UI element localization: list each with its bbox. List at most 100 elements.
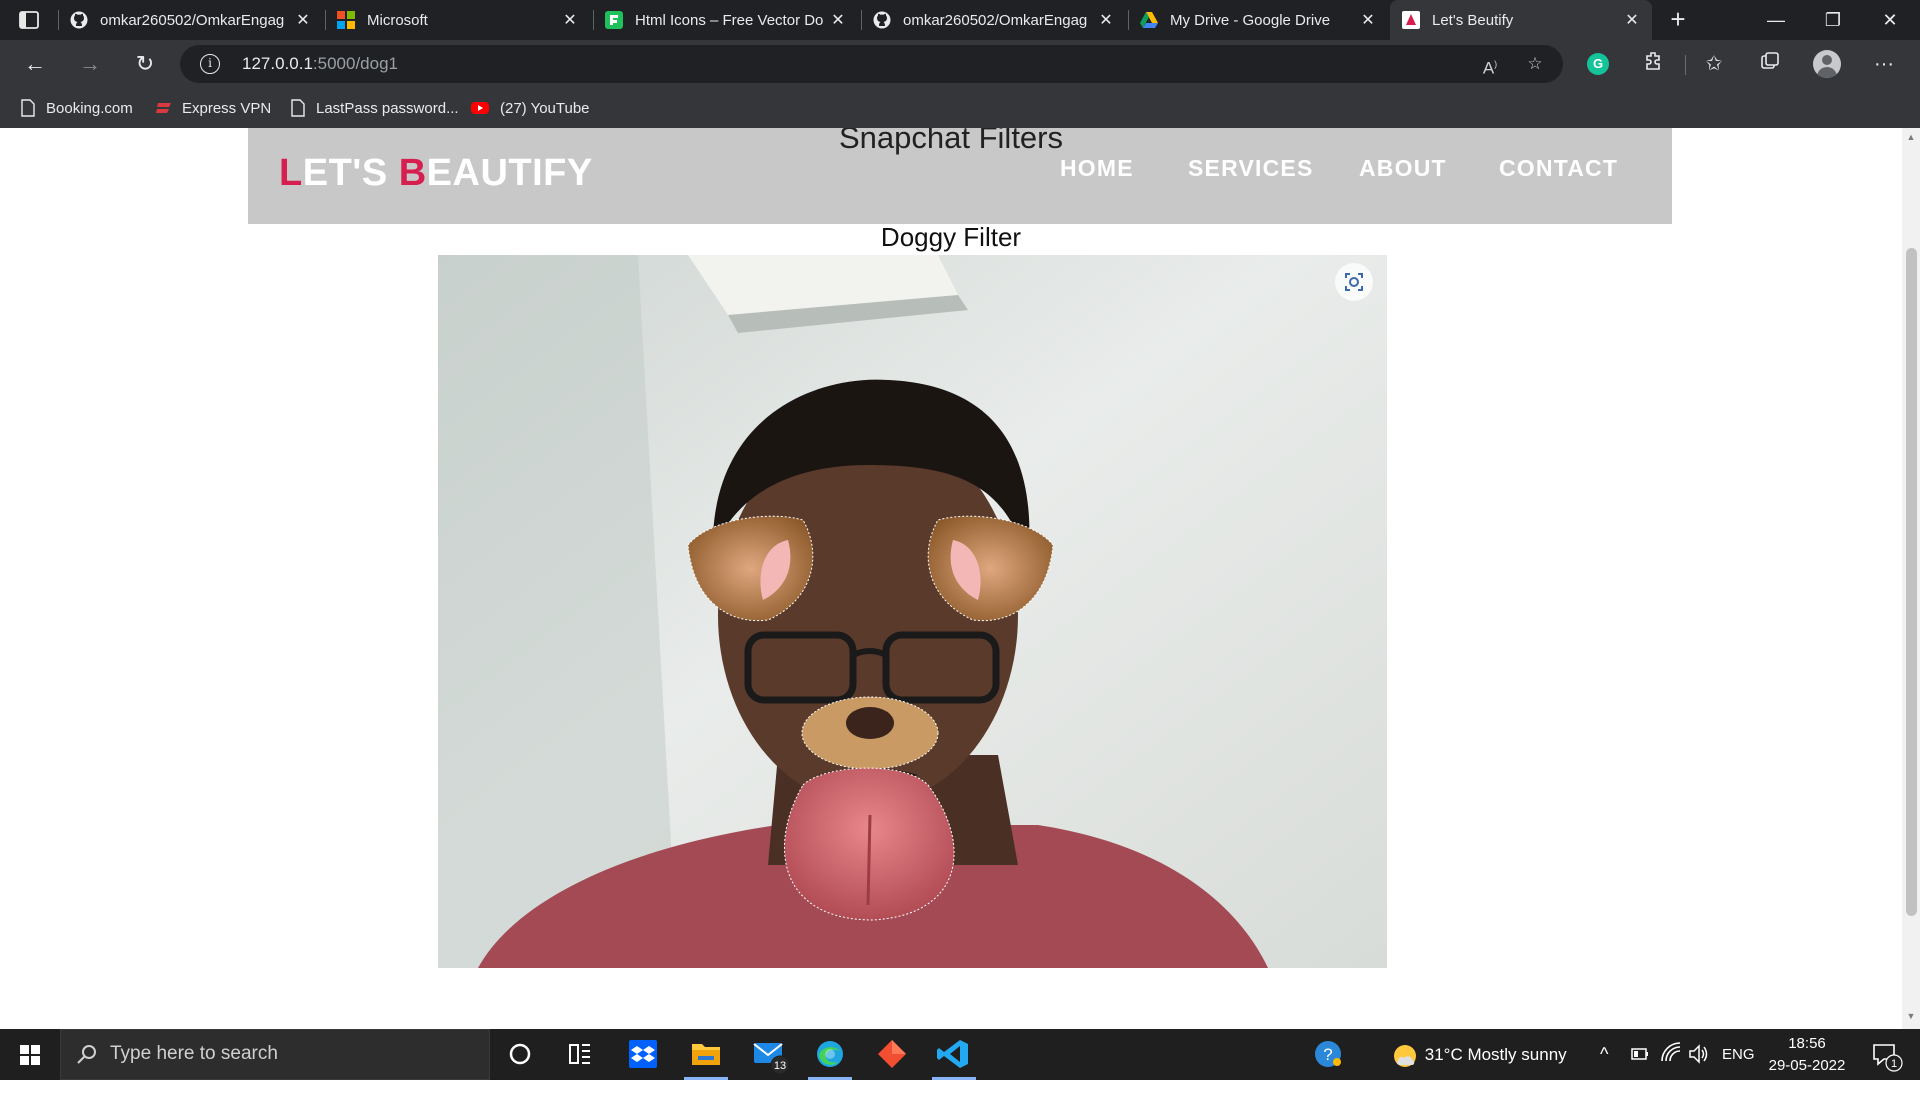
svg-text:?: ? (1323, 1045, 1332, 1064)
vscode-icon[interactable] (924, 1029, 984, 1080)
scroll-up-arrow-icon[interactable]: ▲ (1902, 132, 1920, 146)
sun-icon (1394, 1044, 1416, 1067)
nav-about[interactable]: ABOUT (1359, 155, 1447, 182)
browser-tab-bar: omkar260502/OmkarEngag ✕ Microsoft ✕ Htm… (0, 0, 1920, 40)
scrollbar-thumb[interactable] (1906, 248, 1917, 916)
visual-search-icon[interactable] (1335, 263, 1373, 301)
close-icon[interactable]: ✕ (1358, 10, 1378, 30)
browser-toolbar: ← → ↻ i 127.0.0.1:5000/dog1 A) ☆ (0, 40, 1920, 88)
tab-label: My Drive - Google Drive (1170, 11, 1331, 29)
tab-html-icons[interactable]: Html Icons – Free Vector Do ✕ (593, 0, 858, 40)
language-indicator[interactable]: ENG (1722, 1029, 1755, 1080)
weather-widget[interactable]: 31°C Mostly sunny (1390, 1029, 1567, 1080)
tab-label: Html Icons – Free Vector Do (635, 11, 824, 29)
expressvpn-icon (156, 103, 171, 113)
close-icon[interactable]: ✕ (560, 10, 580, 30)
wifi-icon[interactable] (1660, 1029, 1682, 1080)
github-icon (70, 11, 88, 29)
flaticon-icon (605, 11, 623, 29)
new-tab-button[interactable]: + (1664, 6, 1692, 34)
git-app-icon[interactable] (862, 1029, 922, 1080)
collections-icon[interactable] (1756, 50, 1784, 78)
mail-icon[interactable]: 13 (740, 1029, 800, 1080)
system-clock[interactable]: 18:56 29-05-2022 (1762, 1033, 1852, 1077)
site-favicon (1402, 11, 1420, 29)
mail-badge: 13 (774, 1060, 786, 1072)
close-icon[interactable]: ✕ (1096, 10, 1116, 30)
url-text[interactable]: 127.0.0.1:5000/dog1 (242, 54, 398, 74)
webcam-video-feed (438, 255, 1387, 968)
tab-label: omkar260502/OmkarEngag (903, 11, 1088, 29)
page-viewport: LET'S BEAUTIFY HOME SERVICES ABOUT CONTA… (0, 128, 1902, 1029)
tab-github-1[interactable]: omkar260502/OmkarEngag ✕ (58, 0, 323, 40)
address-bar[interactable]: i 127.0.0.1:5000/dog1 A) ☆ (180, 45, 1563, 83)
dropbox-icon[interactable] (613, 1029, 673, 1080)
windows-icon (20, 1045, 40, 1065)
bookmark-youtube[interactable]: (27) YouTube (470, 97, 590, 119)
youtube-icon (471, 102, 489, 114)
tab-google-drive[interactable]: My Drive - Google Drive ✕ (1128, 0, 1388, 40)
google-drive-icon (1140, 12, 1158, 28)
toolbar-separator (1685, 55, 1686, 75)
start-button[interactable] (0, 1029, 60, 1080)
search-icon (77, 1045, 96, 1064)
tab-actions-icon[interactable] (18, 10, 40, 30)
tab-label: omkar260502/OmkarEngag (100, 11, 285, 29)
info-icon[interactable]: i (200, 54, 220, 74)
cortana-icon[interactable] (490, 1029, 550, 1080)
windows-taskbar: Type here to search 13 ? 31°C Mostly sun… (0, 1029, 1920, 1080)
nav-services[interactable]: SERVICES (1188, 155, 1314, 182)
refresh-button[interactable]: ↻ (130, 50, 160, 80)
clock-date: 29-05-2022 (1768, 1057, 1846, 1074)
search-placeholder: Type here to search (110, 1043, 278, 1064)
edge-browser-icon[interactable] (800, 1029, 860, 1080)
page-title: Snapchat Filters (839, 128, 1063, 155)
nav-home[interactable]: HOME (1060, 155, 1134, 182)
tab-label: Microsoft (367, 11, 428, 29)
add-favorite-icon[interactable]: ☆ (1523, 52, 1547, 76)
extensions-icon[interactable] (1640, 50, 1668, 78)
file-explorer-icon[interactable] (676, 1029, 736, 1080)
bookmark-lastpass[interactable]: LastPass password... (290, 97, 459, 119)
microsoft-icon (337, 11, 355, 29)
show-hidden-icons-icon[interactable]: ^ (1600, 1029, 1608, 1080)
close-icon[interactable]: ✕ (828, 10, 848, 30)
tab-label: Let's Beutify (1432, 11, 1514, 29)
volume-icon[interactable] (1688, 1029, 1710, 1080)
notification-count: 1 (1891, 1058, 1897, 1070)
back-button[interactable]: ← (20, 50, 50, 80)
brand-logo[interactable]: LET'S BEAUTIFY (279, 152, 593, 195)
filter-title: Doggy Filter (880, 222, 1022, 252)
clock-time: 18:56 (1788, 1035, 1826, 1052)
task-view-icon[interactable] (550, 1029, 610, 1080)
favorites-icon[interactable]: ✩ (1700, 50, 1728, 78)
bookmark-expressvpn[interactable]: Express VPN (156, 97, 271, 119)
scroll-down-arrow-icon[interactable]: ▼ (1902, 1011, 1920, 1025)
tab-lets-beutify[interactable]: Let's Beutify ✕ (1390, 0, 1652, 40)
more-menu-icon[interactable]: ··· (1870, 50, 1898, 78)
grammarly-extension-icon[interactable]: G (1587, 53, 1609, 75)
bookmark-booking[interactable]: Booking.com (20, 97, 133, 119)
tab-github-2[interactable]: omkar260502/OmkarEngag ✕ (861, 0, 1126, 40)
notifications-icon[interactable]: 1 (1866, 1029, 1906, 1080)
profile-avatar[interactable] (1813, 50, 1841, 78)
bookmarks-bar: Booking.com Express VPN LastPass passwor… (0, 88, 1920, 128)
github-icon (873, 11, 891, 29)
window-close-button[interactable]: ✕ (1862, 0, 1918, 40)
taskbar-search-box[interactable]: Type here to search (60, 1029, 490, 1080)
read-aloud-icon[interactable]: A) (1478, 52, 1502, 78)
webcam-frame-image (438, 255, 1387, 968)
close-icon[interactable]: ✕ (293, 10, 313, 30)
page-icon (21, 99, 35, 117)
weather-text: 31°C Mostly sunny (1424, 1045, 1567, 1064)
restore-button[interactable]: ❐ (1805, 0, 1861, 40)
close-icon[interactable]: ✕ (1622, 10, 1642, 30)
help-icon[interactable]: ? (1312, 1029, 1344, 1080)
page-scrollbar[interactable]: ▲ ▼ (1902, 128, 1920, 1029)
battery-icon[interactable] (1630, 1029, 1650, 1080)
minimize-button[interactable]: — (1748, 0, 1804, 40)
page-icon (291, 99, 305, 117)
forward-button[interactable]: → (75, 50, 105, 80)
nav-contact[interactable]: CONTACT (1499, 155, 1618, 182)
tab-microsoft[interactable]: Microsoft ✕ (325, 0, 590, 40)
